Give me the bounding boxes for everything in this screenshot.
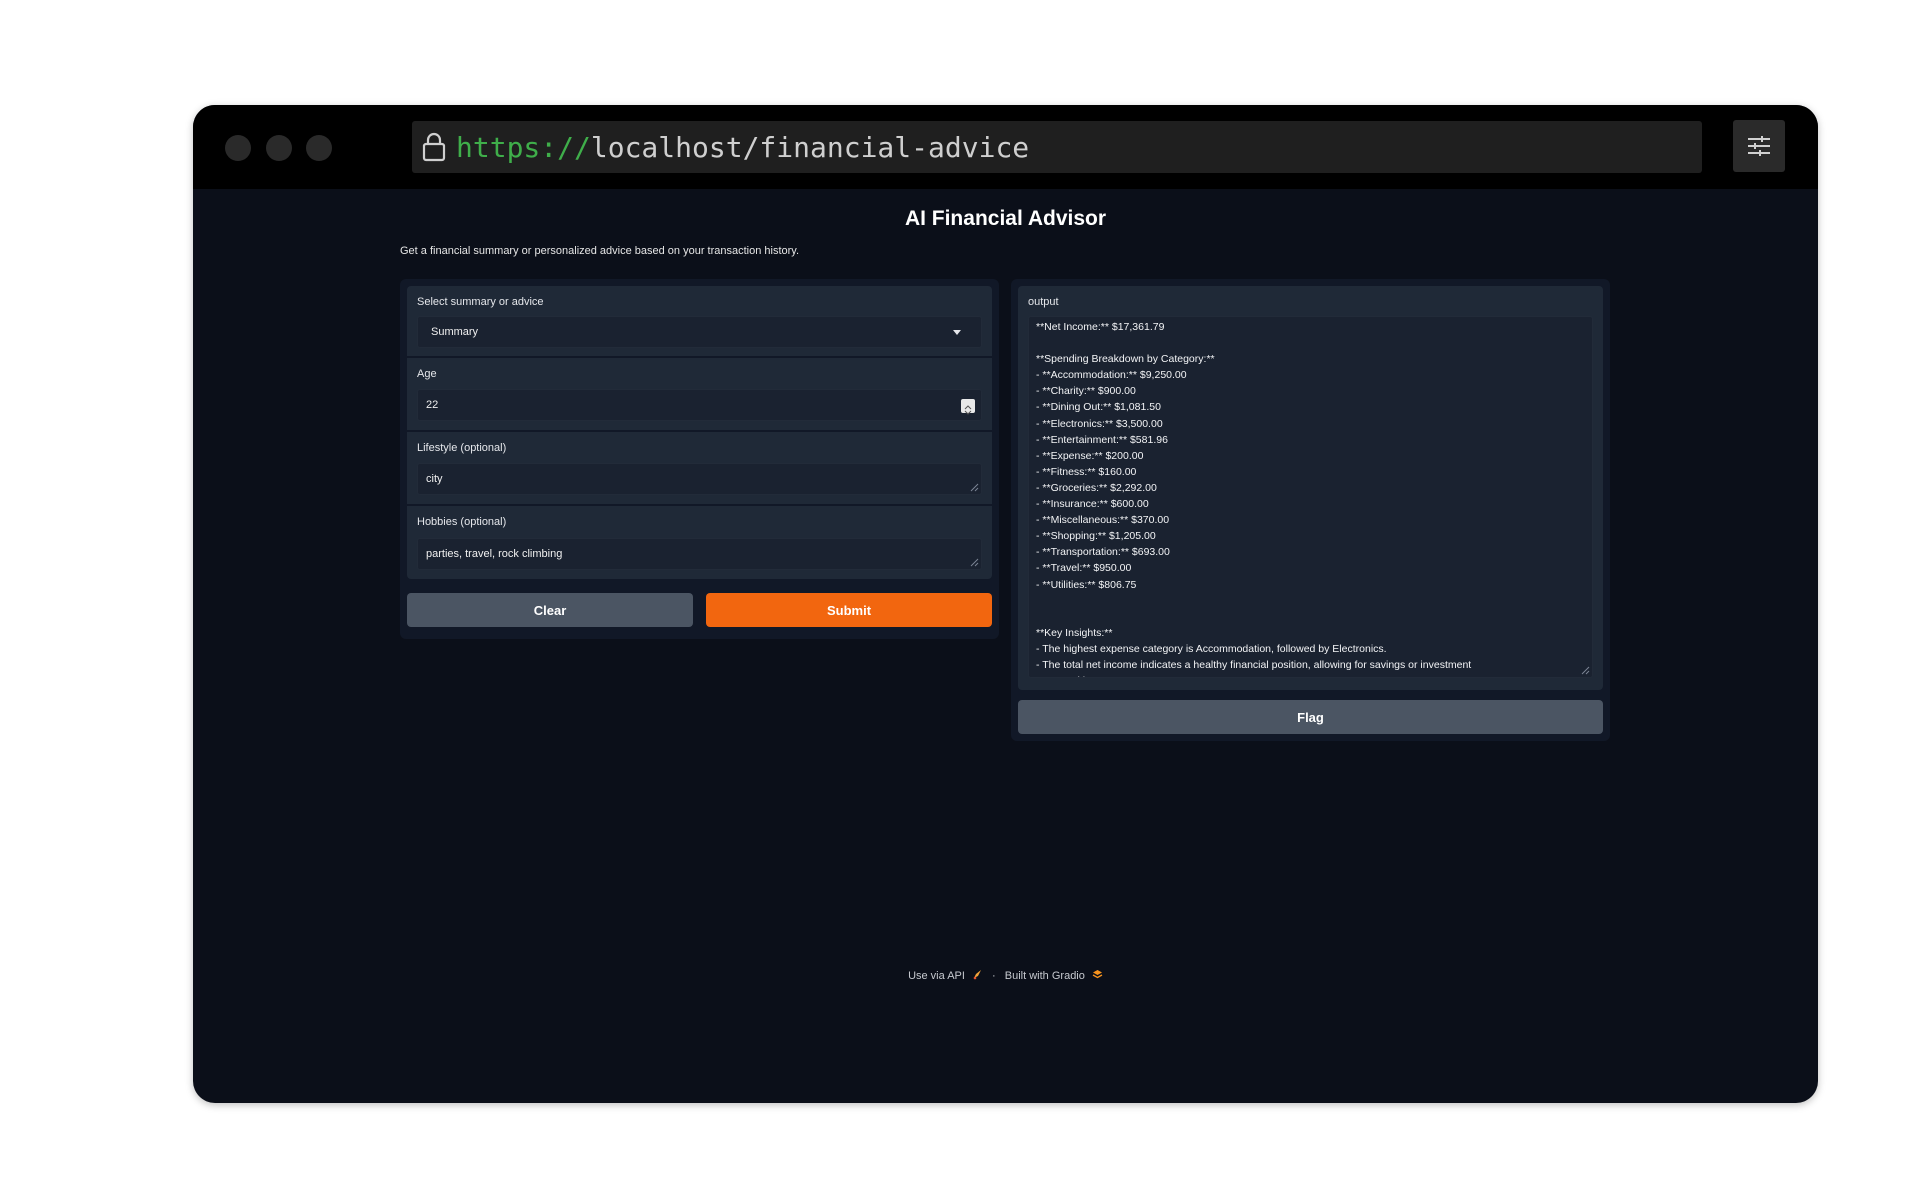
stepper-arrows-icon [964, 405, 972, 415]
settings-button[interactable] [1733, 120, 1785, 172]
close-window-dot[interactable] [225, 135, 251, 161]
url-path: localhost/financial-advice [590, 130, 1030, 164]
output-line: - **Transportation:** $693.00 [1036, 546, 1170, 559]
mode-dropdown[interactable]: Summary [417, 316, 982, 348]
url-scheme: https:// [456, 130, 591, 164]
footer: Use via API · Built with Gradio [193, 969, 1818, 982]
lock-icon [422, 132, 446, 162]
resize-handle-icon[interactable] [969, 482, 979, 492]
output-line: opportunities. [1036, 673, 1585, 677]
maximize-window-dot[interactable] [306, 135, 332, 161]
age-block: Age 22 [407, 358, 992, 430]
gradio-logo-icon [1092, 970, 1103, 979]
input-panel: Select summary or advice Summary Age 22 [400, 279, 999, 639]
output-line: - **Insurance:** $600.00 [1036, 498, 1149, 511]
hobbies-label: Hobbies (optional) [417, 516, 507, 528]
sliders-icon [1748, 136, 1770, 156]
output-line: - **Entertainment:** $581.96 [1036, 433, 1168, 446]
lifestyle-block: Lifestyle (optional) city [407, 432, 992, 504]
minimize-window-dot[interactable] [266, 135, 292, 161]
clear-button[interactable]: Clear [407, 593, 693, 627]
output-line: - **Dining Out:** $1,081.50 [1036, 401, 1161, 414]
age-label: Age [417, 368, 437, 380]
age-value: 22 [426, 399, 439, 411]
output-line: - **Shopping:** $1,205.00 [1036, 530, 1156, 543]
flag-button[interactable]: Flag [1018, 700, 1603, 734]
app-content: AI Financial Advisor Get a financial sum… [193, 189, 1818, 1103]
mode-label: Select summary or advice [417, 296, 544, 308]
lifestyle-label: Lifestyle (optional) [417, 442, 507, 454]
number-stepper[interactable] [961, 399, 975, 415]
output-line: - **Fitness:** $160.00 [1036, 465, 1137, 478]
output-line: - The highest expense category is Accomm… [1036, 642, 1387, 655]
hobbies-block: Hobbies (optional) parties, travel, rock… [407, 506, 992, 579]
resize-handle-icon[interactable] [969, 557, 979, 567]
rocket-icon [973, 970, 981, 980]
footer-separator: · [992, 970, 996, 982]
mode-block: Select summary or advice Summary [407, 286, 992, 356]
output-line: - **Miscellaneous:** $370.00 [1036, 514, 1170, 527]
lifestyle-textarea[interactable]: city [417, 463, 982, 495]
output-line: **Key Insights:** [1036, 626, 1113, 639]
output-line: - The total net income indicates a healt… [1036, 658, 1472, 671]
output-block: output **Net Income:** $17,361.79 **Spend… [1018, 286, 1603, 690]
browser-window: https://localhost/financial-advice AI Fi… [193, 105, 1818, 1103]
output-label: output [1028, 296, 1059, 308]
output-line: **Net Income:** $17,361.79 [1036, 321, 1165, 333]
output-line: - **Travel:** $950.00 [1036, 562, 1132, 575]
age-input[interactable]: 22 [417, 389, 982, 421]
output-line: - **Expense:** $200.00 [1036, 449, 1144, 462]
output-line: - **Accommodation:** $9,250.00 [1036, 369, 1187, 382]
output-line: - **Utilities:** $806.75 [1036, 578, 1137, 591]
output-line: **Spending Breakdown by Category:** [1036, 353, 1215, 366]
app-description: Get a financial summary or personalized … [400, 245, 800, 257]
submit-button[interactable]: Submit [706, 593, 992, 627]
use-via-api-link[interactable]: Use via API [908, 970, 965, 982]
output-panel: output **Net Income:** $17,361.79 **Spend… [1011, 279, 1610, 741]
app-title: AI Financial Advisor [904, 207, 1107, 230]
hobbies-value: parties, travel, rock climbing [426, 548, 563, 560]
address-bar[interactable]: https://localhost/financial-advice [412, 121, 1702, 173]
browser-titlebar: https://localhost/financial-advice [193, 105, 1818, 189]
output-textarea[interactable]: **Net Income:** $17,361.79 **Spending Bre… [1028, 316, 1593, 678]
resize-handle-icon[interactable] [1580, 665, 1590, 675]
chevron-down-icon [953, 330, 961, 335]
output-line: - **Electronics:** $3,500.00 [1036, 417, 1163, 430]
lifestyle-value: city [426, 473, 443, 485]
built-with-gradio-link[interactable]: Built with Gradio [1005, 970, 1085, 982]
output-line: - **Charity:** $900.00 [1036, 385, 1136, 398]
output-line: - **Groceries:** $2,292.00 [1036, 481, 1157, 494]
mode-value: Summary [431, 326, 479, 338]
hobbies-textarea[interactable]: parties, travel, rock climbing [417, 538, 982, 570]
